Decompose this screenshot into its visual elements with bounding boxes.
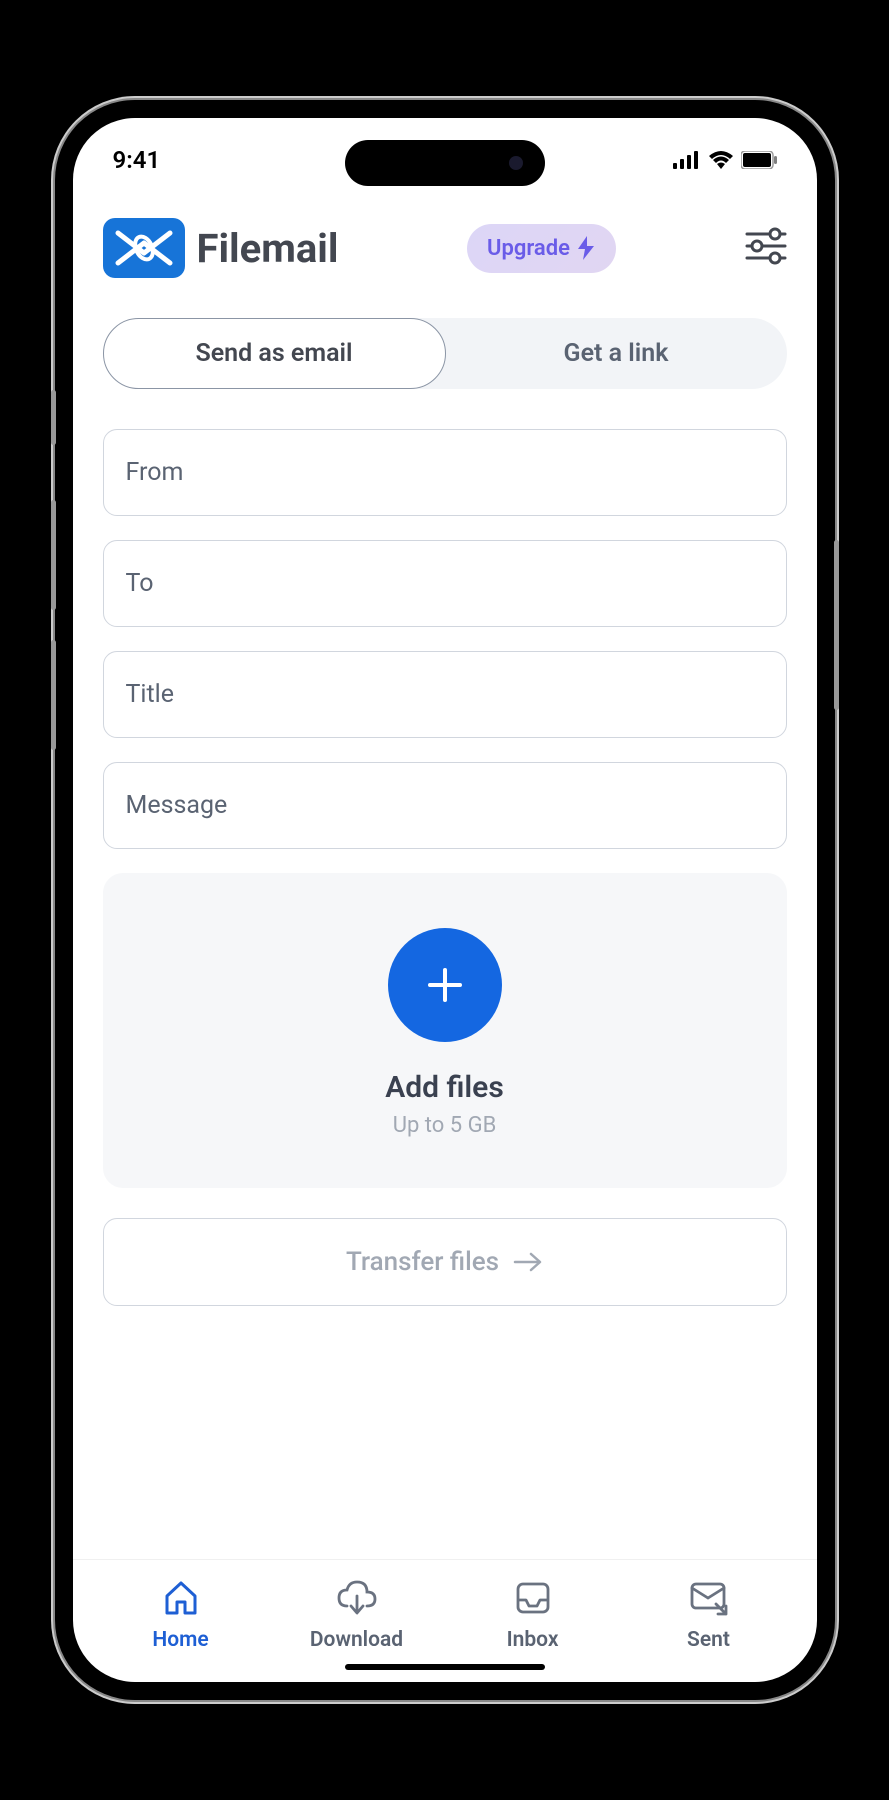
nav-sent[interactable]: Sent bbox=[659, 1578, 759, 1652]
add-files-title: Add files bbox=[385, 1070, 504, 1105]
add-files-button[interactable] bbox=[388, 928, 502, 1042]
cellular-icon bbox=[673, 151, 701, 169]
message-field[interactable] bbox=[103, 762, 787, 849]
tab-get-link[interactable]: Get a link bbox=[446, 318, 787, 389]
app-logo: Filemail bbox=[103, 218, 339, 278]
nav-inbox[interactable]: Inbox bbox=[483, 1578, 583, 1652]
nav-download-label: Download bbox=[310, 1628, 403, 1652]
app-header: Filemail Upgrade bbox=[73, 188, 817, 298]
plus-icon bbox=[424, 964, 466, 1006]
nav-inbox-label: Inbox bbox=[507, 1628, 559, 1652]
transfer-label: Transfer files bbox=[346, 1247, 499, 1277]
upgrade-label: Upgrade bbox=[487, 236, 570, 261]
filemail-logo-icon bbox=[103, 218, 185, 278]
transfer-files-button[interactable]: Transfer files bbox=[103, 1218, 787, 1306]
wifi-icon bbox=[709, 151, 733, 169]
sent-icon bbox=[688, 1578, 730, 1618]
settings-icon[interactable] bbox=[745, 226, 787, 270]
nav-home-label: Home bbox=[152, 1628, 208, 1652]
nav-home[interactable]: Home bbox=[131, 1578, 231, 1652]
battery-icon bbox=[741, 151, 777, 169]
status-time: 9:41 bbox=[113, 146, 161, 174]
app-name: Filemail bbox=[197, 225, 339, 272]
home-icon bbox=[161, 1578, 201, 1618]
send-mode-tabs: Send as email Get a link bbox=[103, 318, 787, 389]
upgrade-button[interactable]: Upgrade bbox=[467, 224, 616, 273]
cloud-download-icon bbox=[335, 1578, 379, 1618]
device-notch bbox=[345, 140, 545, 186]
from-field[interactable] bbox=[103, 429, 787, 516]
nav-sent-label: Sent bbox=[687, 1628, 730, 1652]
home-indicator[interactable] bbox=[345, 1664, 545, 1670]
title-field[interactable] bbox=[103, 651, 787, 738]
inbox-icon bbox=[513, 1578, 553, 1618]
add-files-subtitle: Up to 5 GB bbox=[393, 1113, 497, 1138]
to-field[interactable] bbox=[103, 540, 787, 627]
add-files-area[interactable]: Add files Up to 5 GB bbox=[103, 873, 787, 1188]
nav-download[interactable]: Download bbox=[307, 1578, 407, 1652]
lightning-icon bbox=[576, 236, 596, 260]
status-icons bbox=[673, 151, 777, 169]
arrow-right-icon bbox=[513, 1252, 543, 1272]
tab-send-email[interactable]: Send as email bbox=[103, 318, 446, 389]
